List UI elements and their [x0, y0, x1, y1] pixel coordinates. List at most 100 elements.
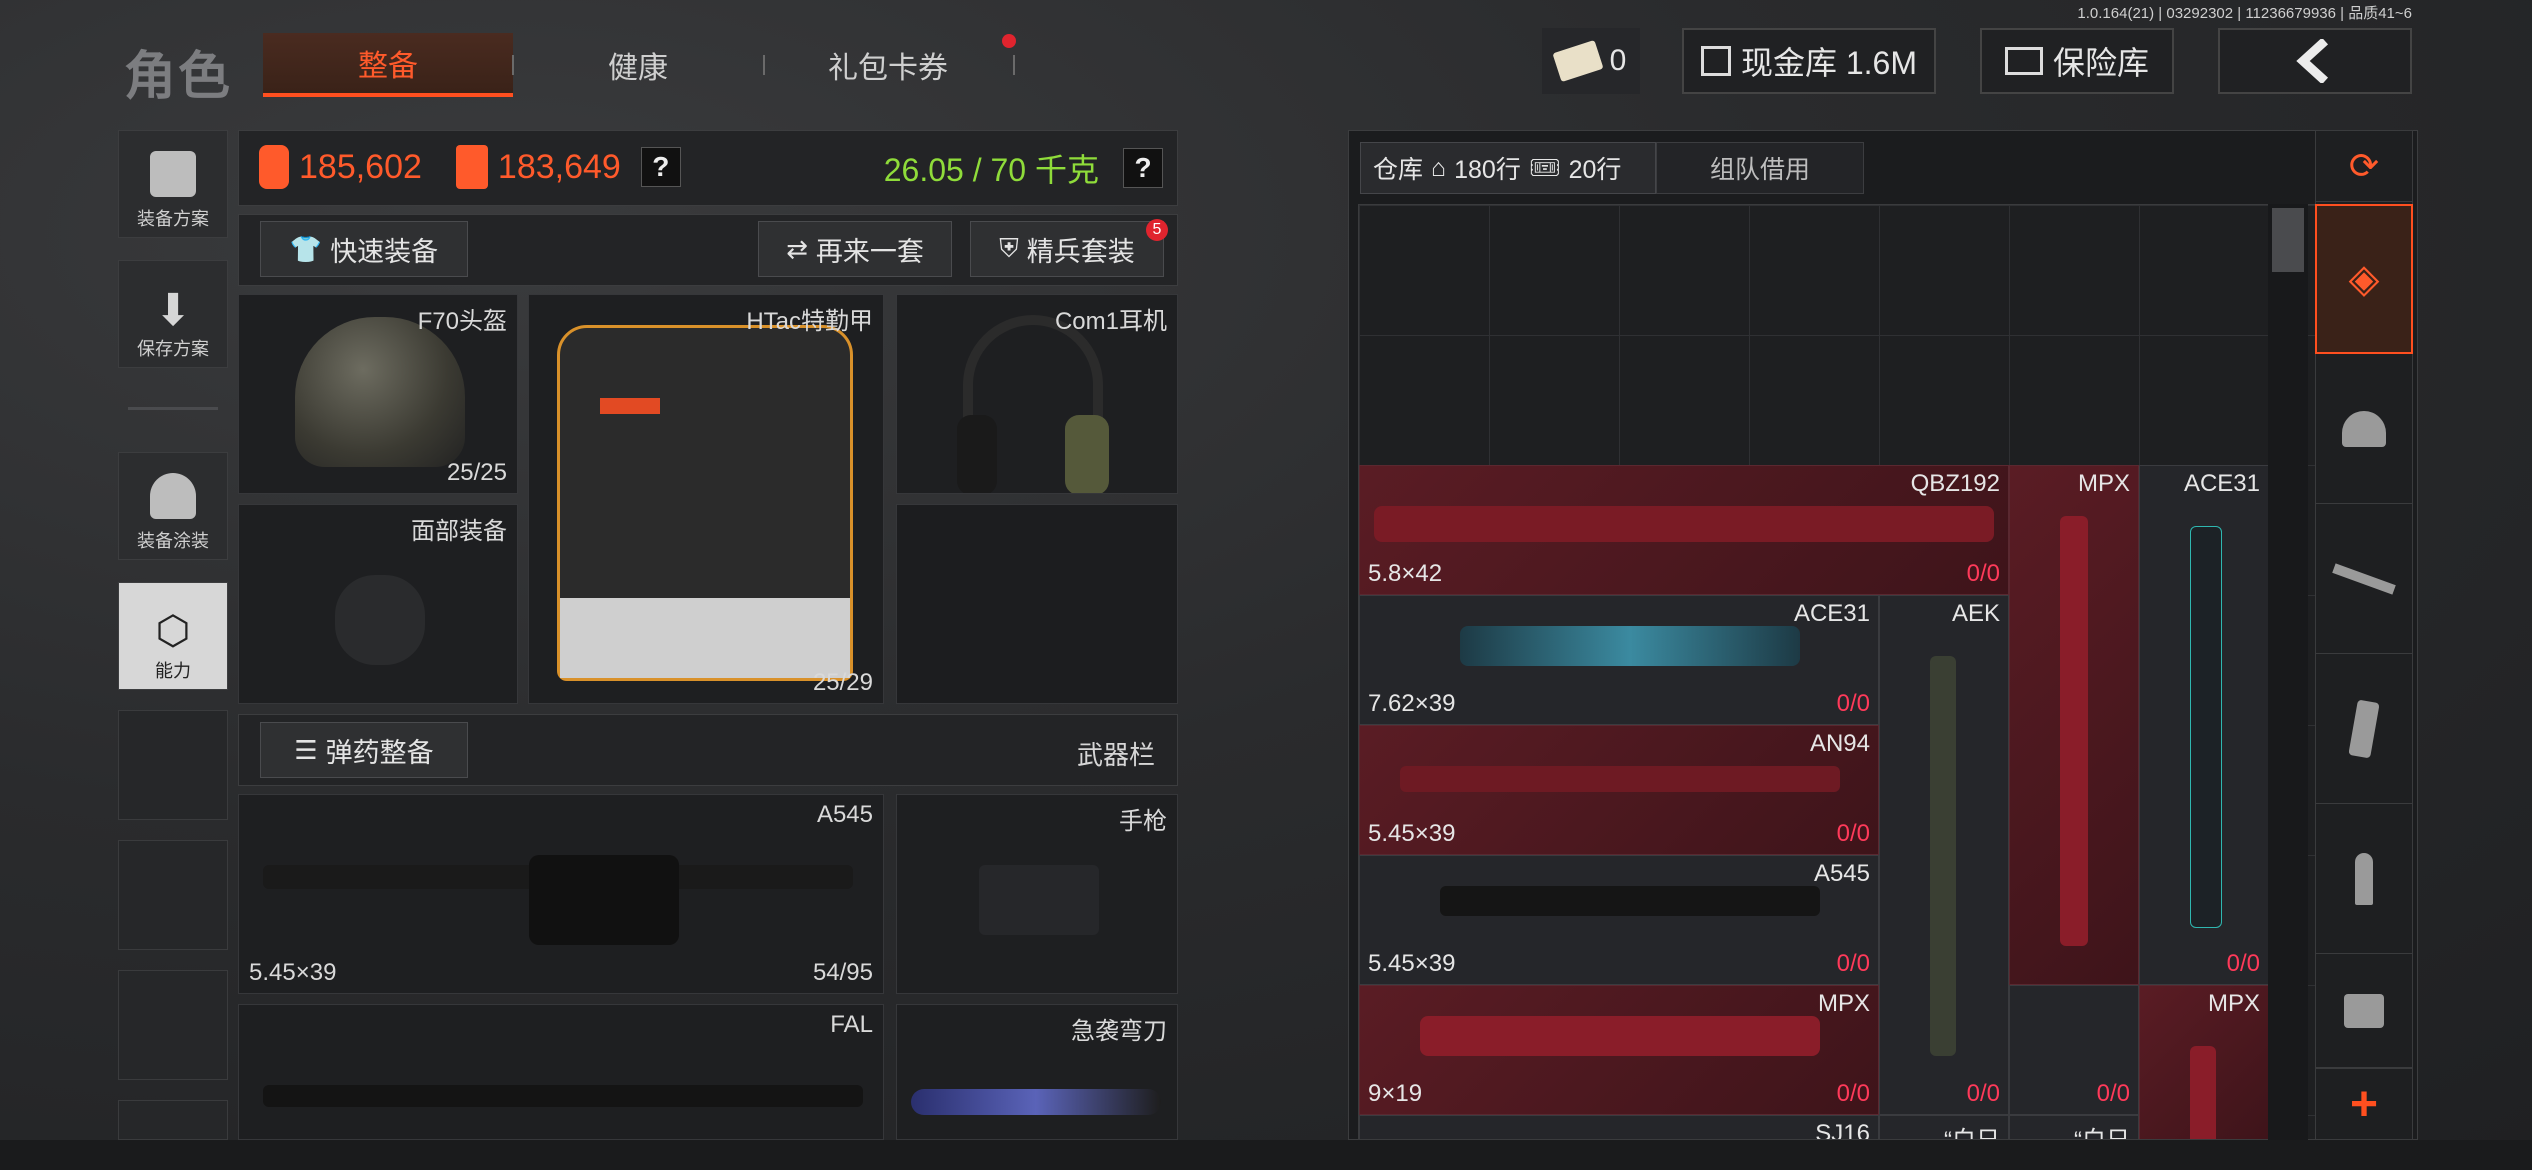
elite-kit-button[interactable]: ⛨ 精兵套装 [970, 221, 1164, 277]
helmet-icon [2342, 410, 2386, 447]
empty-gear-slot[interactable] [896, 504, 1178, 704]
warehouse-tab-label: 仓库 [1373, 156, 1424, 184]
ticket-counter[interactable]: 0 [1542, 28, 1640, 94]
primary-weapon-slot[interactable]: A545 5.45×39 54/95 [238, 794, 884, 994]
warehouse-item[interactable]: AEK 0/0 [1879, 595, 2009, 1115]
warehouse-item[interactable]: 0/0 [2009, 985, 2139, 1115]
scrollbar-thumb[interactable] [2272, 208, 2304, 272]
plus-icon: + [2349, 1077, 2379, 1131]
refresh-icon: ⇄ [786, 233, 808, 264]
ammo-prep-button[interactable]: ☰ 弹药整备 [260, 722, 468, 778]
shield-icon: ⛨ [999, 233, 1019, 263]
melee-slot-name: 急袭弯刀 [1071, 1018, 1167, 1045]
lightning-hex-icon: ⬡ [155, 609, 191, 653]
vest-icon [150, 151, 196, 197]
item-caliber: 5.45×39 [1368, 950, 1456, 977]
warehouse-item[interactable]: “白日 [1879, 1115, 2009, 1139]
category-all[interactable]: ◈ [2315, 204, 2413, 354]
safe-icon [2004, 47, 2043, 75]
tab-gift-cards[interactable]: 礼包卡券 [763, 33, 1013, 97]
warehouse-tab[interactable]: 仓库 ⌂ 180行 🎟 20行 [1360, 142, 1656, 194]
sort-refresh-button[interactable]: ⟳ [2315, 130, 2413, 202]
item-caliber: 5.8×42 [1368, 560, 1443, 587]
item-name: MPX [2077, 470, 2130, 497]
warehouse-item[interactable]: ACE31 0/0 [2139, 465, 2269, 985]
an94-image [1400, 766, 1840, 792]
again-button[interactable]: ⇄ 再来一套 [758, 221, 952, 277]
category-ammo[interactable] [2315, 804, 2413, 954]
warehouse-item[interactable]: MPX [2009, 465, 2139, 985]
quick-equip-button[interactable]: 👕 快速装备 [260, 221, 468, 277]
vault-icon [1700, 46, 1731, 76]
notification-dot [1002, 34, 1016, 48]
headset-image [957, 315, 1109, 493]
mpx-vertical-image [2060, 516, 2088, 946]
warehouse-item[interactable]: ACE31 7.62×39 0/0 [1359, 595, 1879, 725]
ammo-list-icon: ☰ [294, 734, 318, 765]
gear-skin-label: 装备涂装 [137, 531, 209, 551]
category-magazine[interactable] [2315, 654, 2413, 804]
insurance-vault-button[interactable]: 保险库 [1980, 28, 2174, 94]
category-attachment[interactable] [2315, 954, 2413, 1068]
loadout-plan-button[interactable]: 装备方案 [118, 130, 228, 238]
tab-health[interactable]: 健康 [513, 33, 763, 97]
secondary-weapon-name: FAL [830, 1011, 873, 1038]
add-category-button[interactable]: + [2315, 1068, 2413, 1140]
qbz192-image [1374, 506, 1994, 542]
helmet-slot[interactable]: F70头盔 25/25 [238, 294, 518, 494]
sidebar-divider [128, 407, 218, 410]
layers-icon: ◈ [2348, 257, 2380, 301]
pistol-placeholder-icon [979, 865, 1099, 935]
ace31-vertical-image [2190, 526, 2222, 928]
ticket-icon [1552, 39, 1604, 83]
rifle-body [529, 855, 679, 945]
value-help-button[interactable]: ? [640, 147, 681, 187]
vest-value-icon [455, 145, 488, 189]
ticket-small-icon: 🎟 [1528, 153, 1561, 182]
warehouse-item[interactable]: A545 5.45×39 0/0 [1359, 855, 1879, 985]
back-button[interactable] [2218, 28, 2412, 94]
warehouse-item[interactable]: AN94 5.45×39 0/0 [1359, 725, 1879, 855]
warehouse-item[interactable]: SJ16 [1359, 1115, 1879, 1139]
machete-image [911, 1089, 1161, 1115]
helmet-durability: 25/25 [446, 459, 507, 486]
tab-gear[interactable]: 整备 [263, 33, 513, 97]
warehouse-item[interactable]: MPX 9×19 0/0 [1359, 985, 1879, 1115]
save-plan-button[interactable]: ⬇ 保存方案 [118, 260, 228, 368]
ticket-count: 0 [1609, 44, 1627, 77]
armor-slot[interactable]: HTac特勤甲 25/29 [528, 294, 884, 704]
category-rifle[interactable] [2315, 504, 2413, 654]
scope-icon [2344, 993, 2384, 1028]
a545-image [1440, 886, 1820, 916]
warehouse-item[interactable]: QBZ192 5.8×42 0/0 [1359, 465, 2009, 595]
elite-kit-label: 精兵套装 [1026, 236, 1135, 267]
insurance-vault-label: 保险库 [2052, 45, 2149, 81]
warehouse-item[interactable]: MPX [2139, 985, 2269, 1139]
armor-image [557, 325, 853, 681]
team-borrow-tab[interactable]: 组队借用 [1656, 142, 1864, 194]
stack-refresh-icon: ⟳ [2348, 144, 2380, 186]
warehouse-item[interactable]: “白日 [2009, 1115, 2139, 1139]
warehouse-scrollbar[interactable] [2268, 204, 2308, 1140]
secondary-weapon-slot[interactable]: FAL [238, 1004, 884, 1140]
gear-skin-button[interactable]: 装备涂装 [118, 452, 228, 560]
weight-help-button[interactable]: ? [1123, 148, 1163, 188]
cash-vault-button[interactable]: 现金库 1.6M [1682, 28, 1936, 94]
empty-slot [118, 970, 228, 1080]
back-arrow-icon [2296, 39, 2329, 83]
item-name: MPX [2207, 990, 2260, 1017]
stat-value-1: 185,602 [299, 147, 422, 186]
category-helmet[interactable] [2315, 354, 2413, 504]
face-slot[interactable]: 面部装备 [238, 504, 518, 704]
face-slot-name: 面部装备 [411, 518, 507, 545]
bottom-bar [0, 1140, 2532, 1170]
mpx-vertical-image [2190, 1046, 2216, 1139]
melee-slot[interactable]: 急袭弯刀 [896, 1004, 1178, 1140]
pistol-slot[interactable]: 手枪 [896, 794, 1178, 994]
ability-button[interactable]: ⬡ 能力 [118, 582, 228, 690]
helmet-image [295, 317, 465, 467]
headset-slot[interactable]: Com1耳机 [896, 294, 1178, 494]
item-name: ACE31 [1793, 600, 1870, 627]
bullet-icon [2355, 852, 2373, 905]
empty-slot [118, 1100, 228, 1140]
